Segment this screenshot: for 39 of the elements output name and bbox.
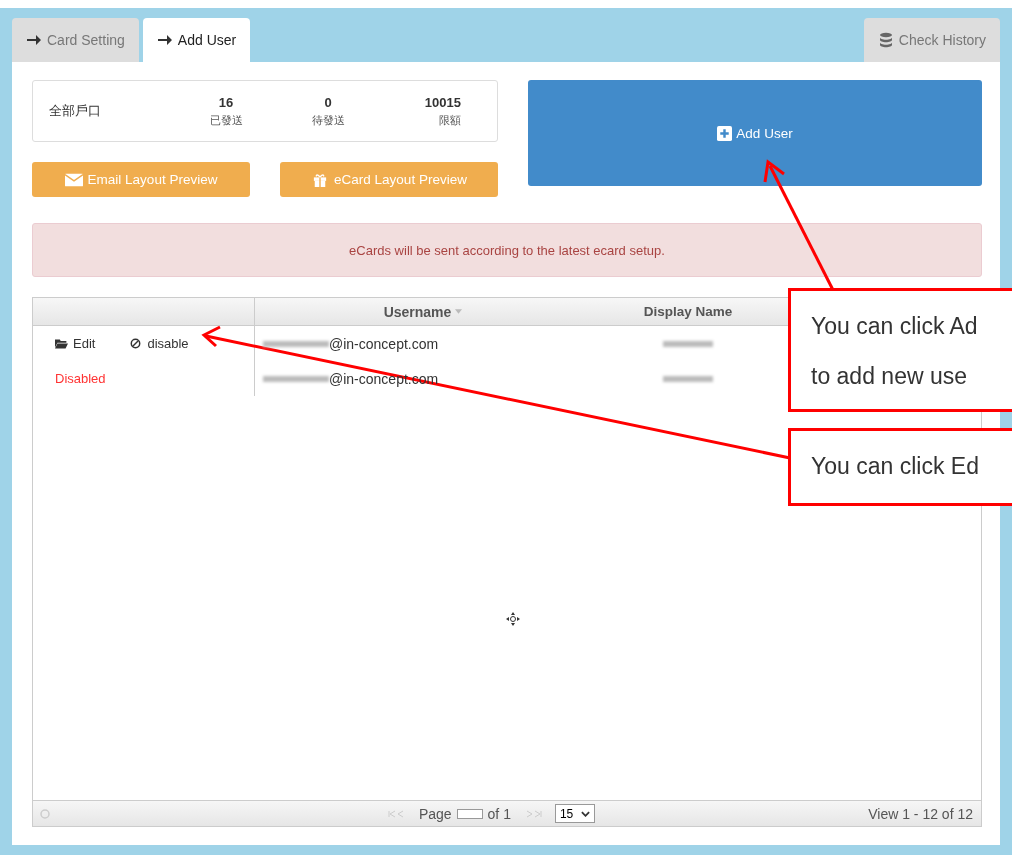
column-header[interactable]: Display Name bbox=[591, 298, 785, 325]
callout-text: You can click Ed bbox=[810, 452, 980, 481]
prohibited-icon bbox=[129, 338, 143, 349]
arrow-icon bbox=[156, 32, 173, 48]
disable-link[interactable]: disable bbox=[129, 336, 189, 351]
stat-label: 已發送 bbox=[209, 112, 243, 128]
stat-value: 16 bbox=[218, 94, 234, 110]
page-count: of 1 bbox=[487, 805, 511, 822]
stats-label: 全部戶口 bbox=[49, 102, 102, 120]
page-label: Page bbox=[418, 805, 452, 822]
move-cursor-icon bbox=[506, 612, 520, 626]
username-text: @in-concept.com bbox=[329, 335, 439, 352]
stat-value: 10015 bbox=[424, 94, 461, 110]
arrow-icon bbox=[26, 32, 42, 48]
stat-value: 0 bbox=[324, 94, 332, 110]
page-size-select[interactable]: 15 bbox=[554, 804, 596, 823]
page-input[interactable] bbox=[456, 808, 483, 819]
redacted-text bbox=[263, 340, 329, 347]
status-text: Disabled bbox=[55, 371, 106, 386]
redacted-text bbox=[663, 340, 713, 347]
record-count: View 1 - 12 of 12 bbox=[868, 805, 973, 822]
folder-icon bbox=[55, 338, 68, 349]
redacted-text bbox=[263, 375, 329, 382]
refresh-icon bbox=[39, 807, 51, 820]
add-user-button[interactable]: Add User bbox=[528, 80, 982, 186]
stat-label: 限額 bbox=[439, 112, 461, 128]
redacted-text bbox=[663, 375, 713, 382]
edit-link[interactable]: Edit bbox=[55, 336, 96, 351]
chevron-icon bbox=[581, 810, 591, 817]
tab[interactable]: Card Setting bbox=[12, 18, 139, 62]
column-header[interactable]: Username bbox=[255, 298, 591, 325]
stat-label: 待發送 bbox=[311, 112, 345, 128]
tab[interactable]: Check History bbox=[863, 18, 1000, 62]
envelope-icon bbox=[64, 172, 83, 187]
tab[interactable]: Add User bbox=[142, 18, 251, 62]
alert-message: eCards will be sent according to the latest ecard setup. bbox=[32, 223, 982, 277]
callout-text: You can click Ad to add new use bbox=[810, 312, 979, 391]
database-icon bbox=[877, 32, 894, 48]
plus-icon bbox=[717, 125, 733, 141]
